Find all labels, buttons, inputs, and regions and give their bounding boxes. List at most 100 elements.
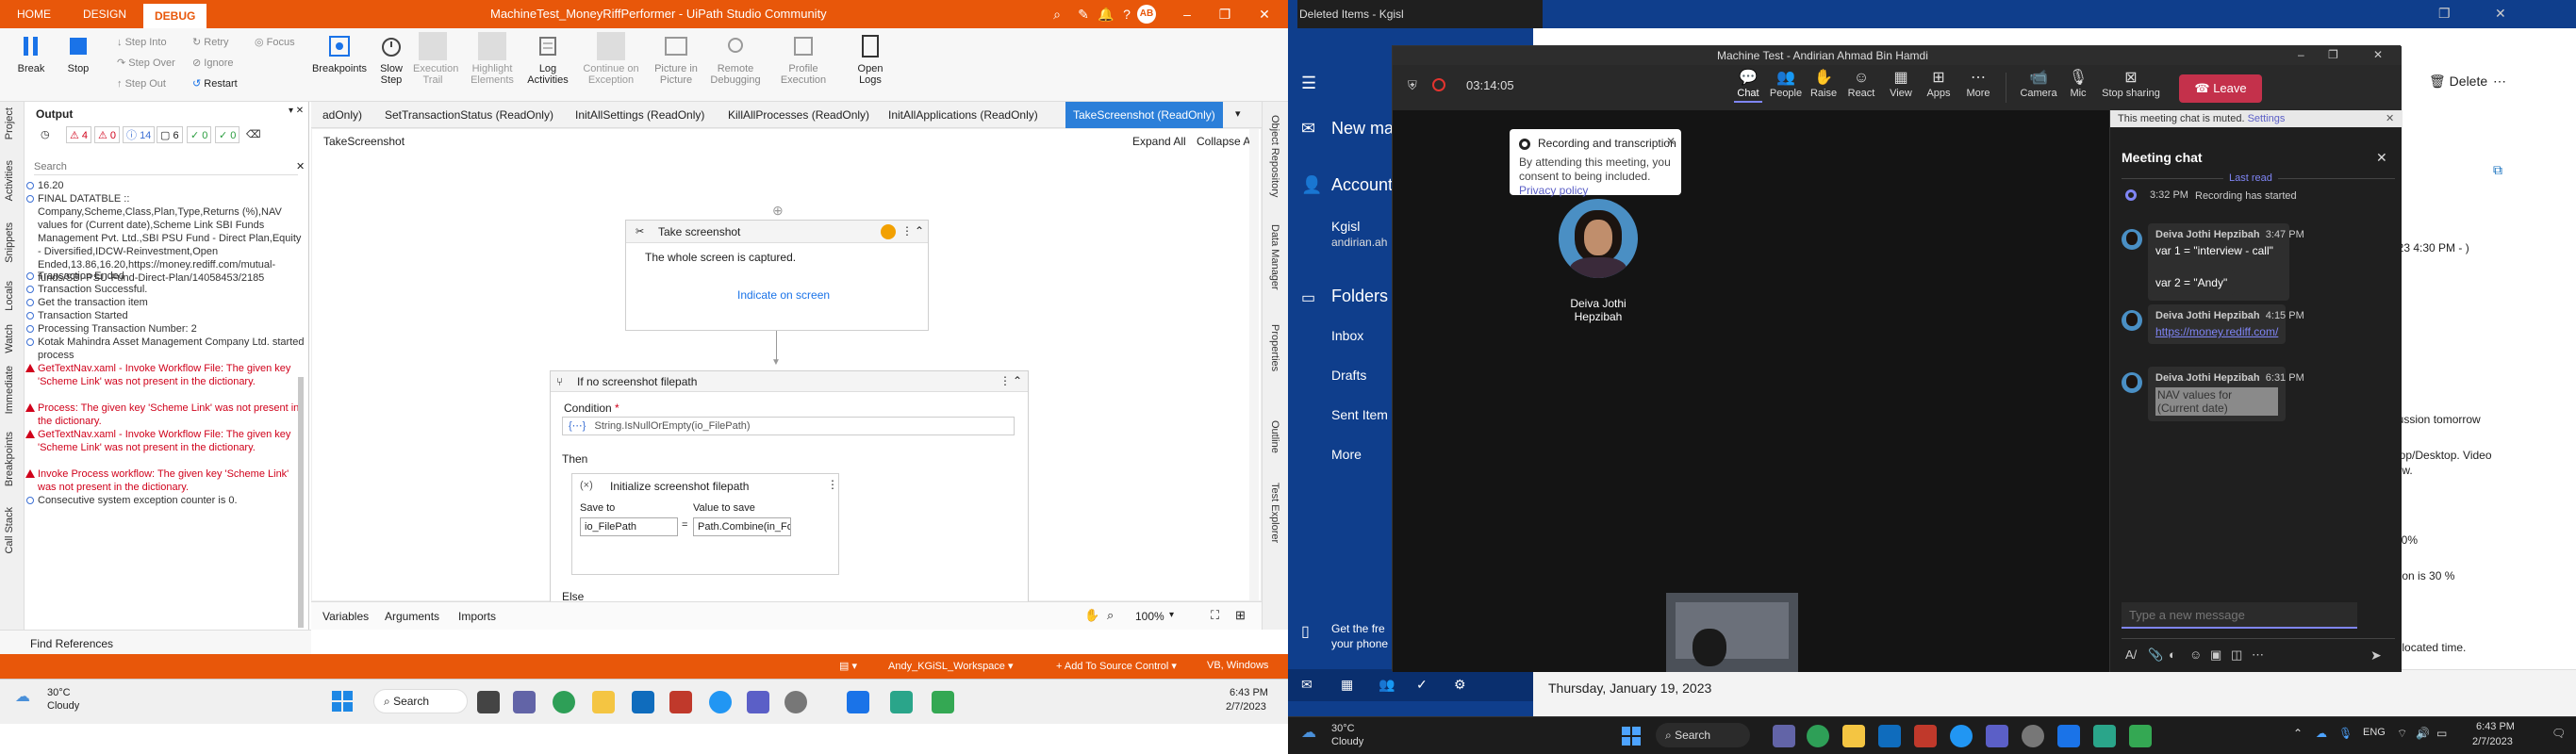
- uipath-assistant-icon[interactable]: [890, 691, 913, 713]
- teams-chat-icon-right[interactable]: [1773, 725, 1795, 747]
- picture-in-picture-button[interactable]: Picture in Picture: [651, 32, 702, 86]
- warning-clock-icon[interactable]: [881, 224, 896, 239]
- tabs-dropdown-icon[interactable]: ▾: [1235, 107, 1241, 120]
- people-icon[interactable]: 👥: [1379, 677, 1395, 693]
- zoom-level[interactable]: 100%: [1135, 610, 1164, 623]
- output-scrollbar[interactable]: [298, 377, 304, 628]
- vtab-test-explorer[interactable]: Test Explorer: [1269, 483, 1280, 543]
- vtab-locals[interactable]: Locals: [4, 281, 15, 311]
- log-entry[interactable]: Kotak Mahindra Asset Management Company …: [26, 336, 306, 362]
- add-source-control-button[interactable]: + Add To Source Control ▾: [1056, 660, 1177, 672]
- doc-tab-takescreenshot[interactable]: TakeScreenshot (ReadOnly): [1065, 102, 1223, 128]
- if-kebab-icon[interactable]: ⋮: [999, 374, 1011, 387]
- feedback-icon[interactable]: ✎: [1075, 6, 1092, 23]
- teams-icon[interactable]: [747, 691, 769, 713]
- more-options-icon[interactable]: ⋯: [2493, 74, 2506, 90]
- attach-icon[interactable]: 📎: [2148, 647, 2163, 663]
- gif-icon[interactable]: ▣: [2210, 647, 2221, 663]
- teams-close-icon[interactable]: ✕: [2373, 48, 2383, 61]
- take-screenshot-activity[interactable]: ✂ Take screenshot ⋮ ⌃ The whole screen i…: [625, 220, 929, 331]
- delete-button[interactable]: 🗑 Delete: [2429, 74, 2487, 90]
- app-icon-right[interactable]: [1914, 725, 1937, 747]
- settings-icon-right[interactable]: [2022, 725, 2044, 747]
- value-to-save-field[interactable]: Path.Combine(in_Folder, "Excepti: [693, 517, 791, 536]
- vtab-activities[interactable]: Activities: [4, 160, 15, 201]
- volume-icon[interactable]: 🔊: [2416, 727, 2430, 740]
- kebab-menu-icon[interactable]: ⋮: [901, 224, 913, 238]
- variables-tab[interactable]: Variables: [322, 610, 369, 623]
- workflow-canvas[interactable]: TakeScreenshot Expand All Collapse All ⊕…: [311, 128, 1262, 603]
- breakpoints-button[interactable]: Breakpoints: [311, 32, 368, 74]
- folder-sent[interactable]: Sent Item: [1331, 407, 1388, 422]
- leave-button[interactable]: ☎ Leave: [2179, 74, 2262, 103]
- arguments-tab[interactable]: Arguments: [385, 610, 439, 623]
- task-view-icon[interactable]: [477, 691, 500, 713]
- vtab-data-manager[interactable]: Data Manager: [1269, 224, 1280, 290]
- canvas-scrollbar[interactable]: [1249, 129, 1259, 600]
- taskbar-search[interactable]: ⌕ Search: [373, 689, 468, 713]
- message-bubble[interactable]: Deiva Jothi Hepzibah 6:31 PM NAV values f…: [2148, 367, 2304, 421]
- open-logs-button[interactable]: Open Logs: [850, 32, 890, 86]
- collapse-all-link[interactable]: Collapse All: [1197, 135, 1256, 148]
- notifications-icon[interactable]: 🔔: [1098, 6, 1115, 23]
- doc-tab-initallapplications[interactable]: InitAllApplications (ReadOnly): [881, 102, 1046, 128]
- clear-output-icon[interactable]: ⌫: [243, 126, 264, 143]
- filter-info[interactable]: ⓘ 14: [123, 126, 156, 143]
- close-icon[interactable]: ✕: [1256, 6, 1273, 23]
- participant-avatar[interactable]: [1559, 199, 1638, 278]
- restore-icon[interactable]: ❐: [1216, 6, 1233, 23]
- step-over-button[interactable]: ↷ Step Over: [117, 55, 175, 72]
- log-entry[interactable]: Processing Transaction Number: 2: [26, 322, 306, 336]
- break-button[interactable]: Break: [11, 32, 51, 74]
- vtab-call-stack[interactable]: Call Stack: [4, 507, 15, 554]
- outlook-icon-right[interactable]: [1878, 725, 1901, 747]
- highlight-elements-button[interactable]: Highlight Elements: [466, 32, 519, 86]
- slow-step-button[interactable]: Slow Step: [372, 32, 411, 86]
- filter-warnings[interactable]: ⚠ 0: [94, 126, 121, 143]
- settings-icon[interactable]: [784, 691, 807, 713]
- message-bubble[interactable]: Deiva Jothi Hepzibah 3:47 PM var 1 = "int…: [2148, 223, 2304, 301]
- sticker-icon[interactable]: ◫: [2231, 647, 2242, 663]
- source-control-icon[interactable]: ▤ ▾: [839, 660, 857, 672]
- log-entry[interactable]: GetTextNav.xaml - Invoke Workflow File: …: [25, 362, 306, 388]
- log-entry[interactable]: Process: The given key 'Scheme Link' was…: [25, 402, 306, 428]
- privacy-link[interactable]: Privacy policy: [1519, 184, 1588, 197]
- edge-icon[interactable]: [709, 691, 732, 713]
- avatar[interactable]: AB: [1137, 5, 1156, 24]
- search-icon[interactable]: ⌕: [1049, 6, 1065, 23]
- expand-all-link[interactable]: Expand All: [1132, 135, 1186, 148]
- vtab-project[interactable]: Project: [4, 107, 15, 139]
- log-entry[interactable]: Get the transaction item: [26, 296, 306, 309]
- account-name[interactable]: Kgisl: [1331, 219, 1360, 234]
- remote-debugging-button[interactable]: Remote Debugging: [707, 32, 764, 86]
- retry-button[interactable]: ↻ Retry: [192, 34, 229, 51]
- filter-trace[interactable]: ▢ 6: [157, 126, 183, 143]
- clock-icon[interactable]: ◷: [38, 126, 53, 143]
- if-collapse-icon[interactable]: ⌃: [1013, 374, 1022, 387]
- log-entry[interactable]: Transaction Ended: [26, 270, 306, 283]
- outlook-tab-title[interactable]: Deleted Items - Kgisl: [1299, 8, 1404, 21]
- outlook-restore-icon[interactable]: ❐: [2438, 6, 2451, 22]
- notice-close-icon[interactable]: ✕: [1666, 135, 1676, 148]
- excel-icon[interactable]: [932, 691, 954, 713]
- zoom-search-icon[interactable]: ⌕: [1107, 608, 1114, 623]
- hamburger-icon[interactable]: ☰: [1301, 74, 1316, 93]
- mic-tray-icon[interactable]: 🎙: [2338, 727, 2353, 740]
- doc-tab-initallsettings[interactable]: InitAllSettings (ReadOnly): [568, 102, 712, 128]
- weather-icon-right[interactable]: ☁: [1301, 723, 1316, 742]
- mic-button[interactable]: 🎙 Mic: [2056, 69, 2100, 99]
- chrome-icon[interactable]: [553, 691, 575, 713]
- profile-execution-button[interactable]: Profile Execution: [775, 32, 832, 86]
- uipath-studio-icon[interactable]: [847, 691, 869, 713]
- stop-sharing-button[interactable]: ⊠ Stop sharing: [2100, 69, 2162, 99]
- filter-ok[interactable]: ✓ 0: [187, 126, 212, 143]
- ignore-button[interactable]: ⊘ Ignore: [192, 55, 233, 72]
- tray-chevron-icon[interactable]: ⌃: [2293, 727, 2303, 740]
- if-activity[interactable]: ⑂ If no screenshot filepath ⋮ ⌃ Conditio…: [550, 370, 1029, 603]
- breadcrumb[interactable]: TakeScreenshot: [323, 135, 405, 148]
- outlook-icon[interactable]: [632, 691, 654, 713]
- todo-icon[interactable]: ✓: [1416, 677, 1428, 693]
- condition-field[interactable]: {⋯} String.IsNullOrEmpty(io_FilePath): [562, 417, 1015, 435]
- log-entry[interactable]: GetTextNav.xaml - Invoke Workflow File: …: [25, 428, 306, 454]
- vtab-immediate[interactable]: Immediate: [4, 366, 15, 414]
